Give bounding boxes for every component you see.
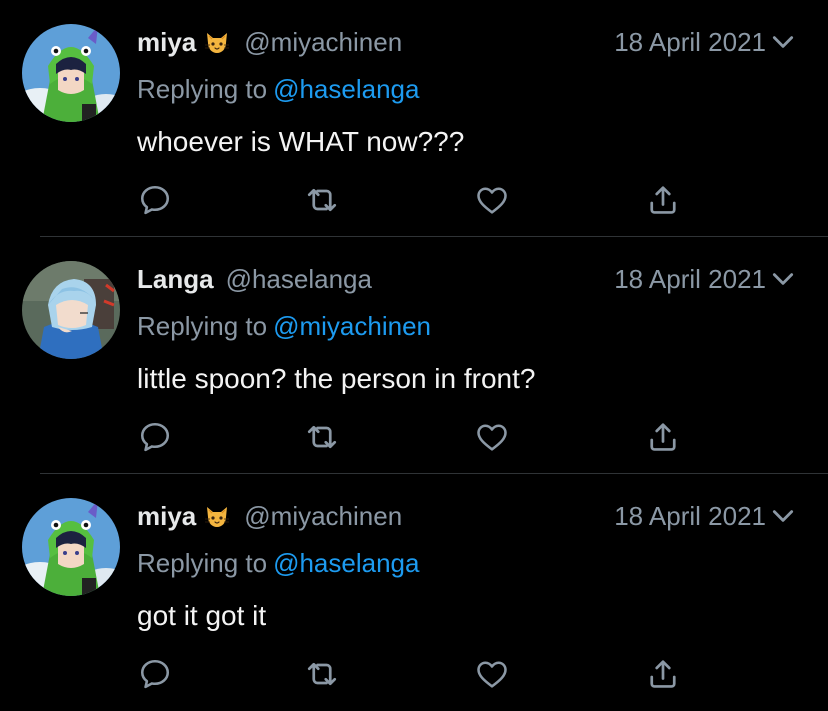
author-row: miya @miyachinen bbox=[137, 498, 402, 534]
tweet-text: whoever is WHAT now??? bbox=[137, 126, 465, 157]
author-row: miya @miyachinen bbox=[137, 24, 402, 60]
replying-to: Replying to @haselanga bbox=[137, 74, 419, 105]
replying-to: Replying to @miyachinen bbox=[137, 311, 431, 342]
replying-to-handle[interactable]: @haselanga bbox=[273, 548, 419, 578]
share-icon[interactable] bbox=[645, 656, 681, 692]
replying-to: Replying to @haselanga bbox=[137, 548, 419, 579]
reply-icon[interactable] bbox=[137, 656, 173, 692]
avatar[interactable] bbox=[22, 261, 120, 359]
retweet-icon[interactable] bbox=[304, 656, 340, 692]
handle[interactable]: @miyachinen bbox=[244, 501, 402, 532]
chevron-down-icon[interactable] bbox=[770, 31, 796, 53]
timestamp[interactable]: 18 April 2021 bbox=[614, 498, 766, 534]
share-icon[interactable] bbox=[645, 419, 681, 455]
chevron-down-icon[interactable] bbox=[770, 268, 796, 290]
handle[interactable]: @miyachinen bbox=[244, 27, 402, 58]
like-icon[interactable] bbox=[474, 419, 510, 455]
action-bar bbox=[0, 178, 828, 222]
tweet[interactable]: miya @miyachinen 18 April 2021 Replying … bbox=[0, 0, 828, 237]
avatar-image bbox=[22, 24, 120, 122]
tweet-text: got it got it bbox=[137, 600, 267, 631]
display-name[interactable]: miya bbox=[137, 27, 196, 58]
display-name[interactable]: miya bbox=[137, 501, 196, 532]
tweet[interactable]: Langa @haselanga 18 April 2021 Replying … bbox=[0, 237, 828, 474]
cat-face-icon bbox=[202, 501, 232, 531]
replying-to-handle[interactable]: @haselanga bbox=[273, 74, 419, 104]
avatar-image bbox=[22, 498, 120, 596]
tweet[interactable]: miya @miyachinen 18 April 2021 Replying … bbox=[0, 474, 828, 711]
author-row: Langa @haselanga bbox=[137, 261, 372, 297]
share-icon[interactable] bbox=[645, 182, 681, 218]
replying-to-label: Replying to bbox=[137, 74, 268, 104]
replying-to-handle[interactable]: @miyachinen bbox=[273, 311, 431, 341]
chevron-down-icon[interactable] bbox=[770, 505, 796, 527]
timestamp[interactable]: 18 April 2021 bbox=[614, 261, 766, 297]
action-bar bbox=[0, 415, 828, 459]
action-bar bbox=[0, 652, 828, 696]
replying-to-label: Replying to bbox=[137, 548, 268, 578]
retweet-icon[interactable] bbox=[304, 419, 340, 455]
timestamp[interactable]: 18 April 2021 bbox=[614, 24, 766, 60]
avatar[interactable] bbox=[22, 498, 120, 596]
replying-to-label: Replying to bbox=[137, 311, 268, 341]
display-name[interactable]: Langa bbox=[137, 264, 214, 295]
reply-icon[interactable] bbox=[137, 182, 173, 218]
handle[interactable]: @haselanga bbox=[226, 264, 372, 295]
like-icon[interactable] bbox=[474, 656, 510, 692]
reply-icon[interactable] bbox=[137, 419, 173, 455]
retweet-icon[interactable] bbox=[304, 182, 340, 218]
like-icon[interactable] bbox=[474, 182, 510, 218]
cat-face-icon bbox=[202, 27, 232, 57]
tweet-text: little spoon? the person in front? bbox=[137, 363, 536, 394]
avatar[interactable] bbox=[22, 24, 120, 122]
avatar-image bbox=[22, 261, 120, 359]
